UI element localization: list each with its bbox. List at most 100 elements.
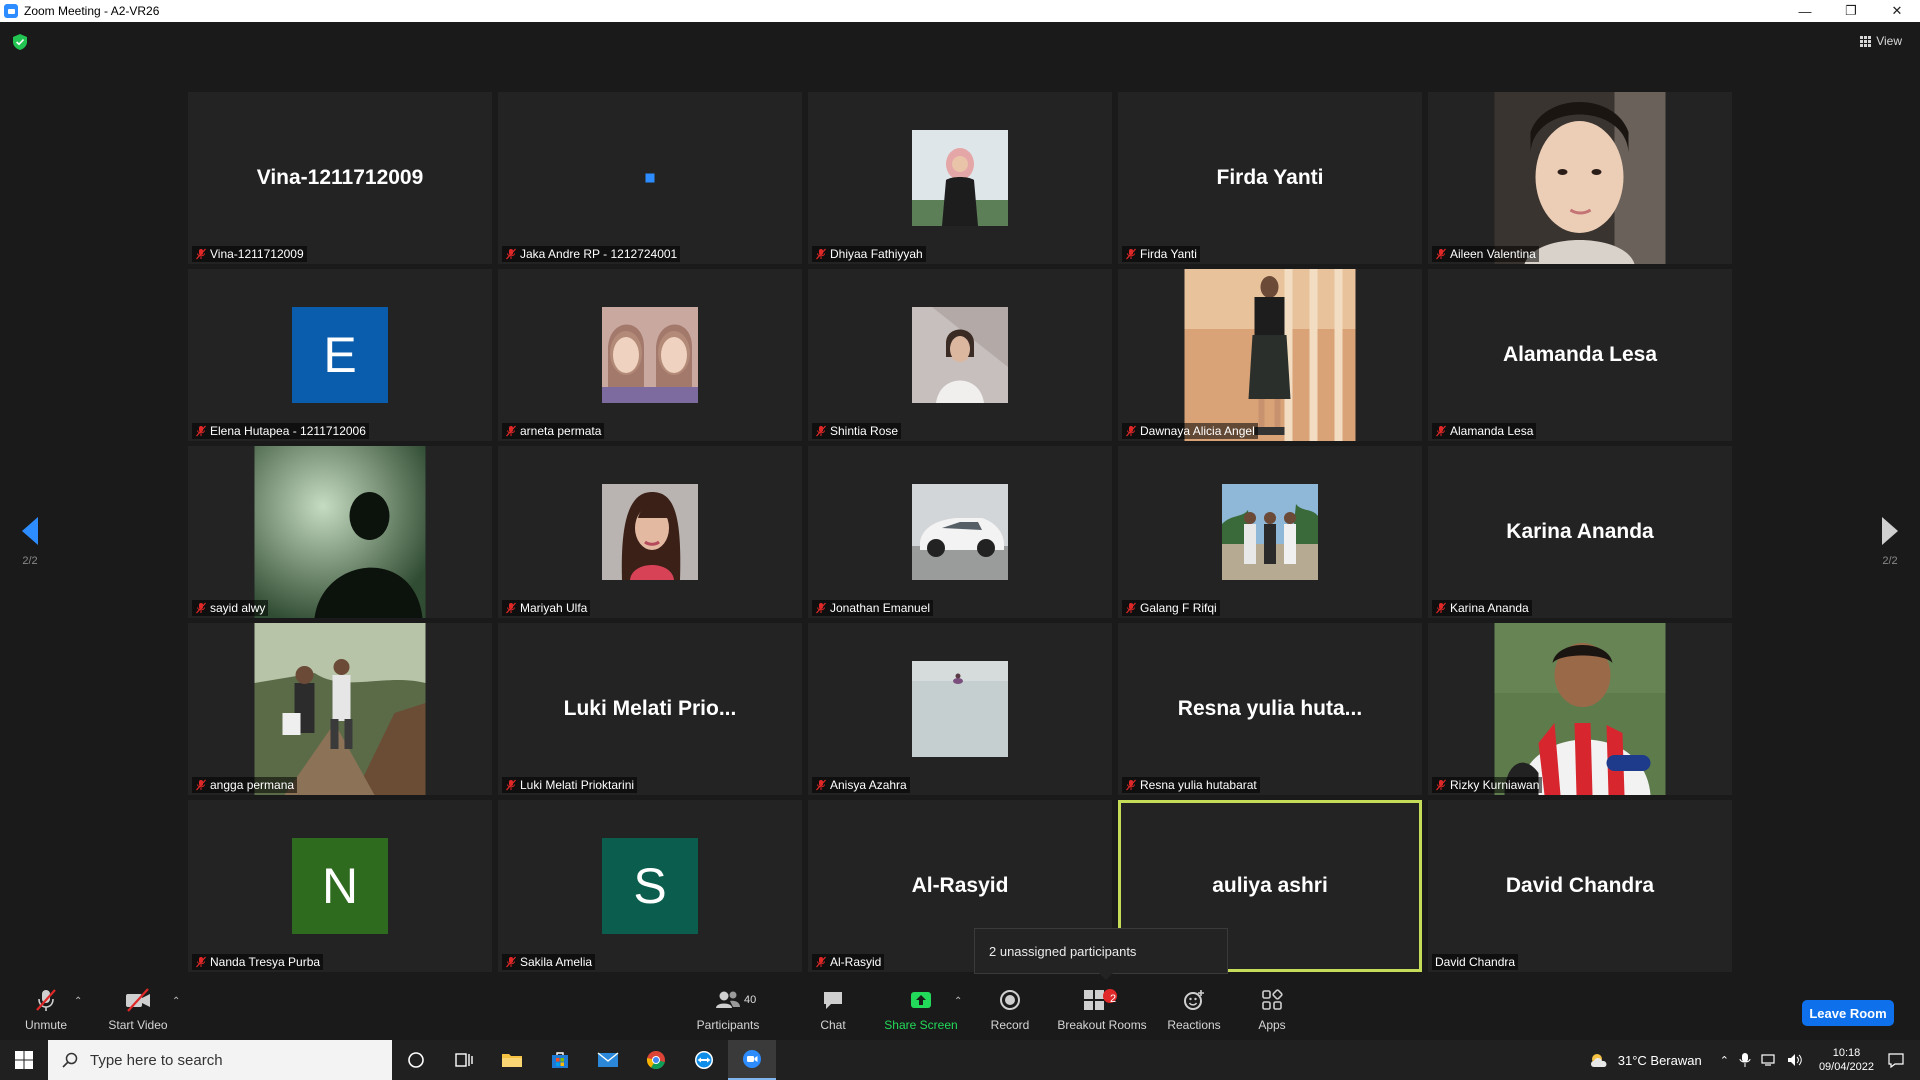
participant-name-label: Elena Hutapea - 1211712006 (192, 423, 369, 439)
participant-tile[interactable]: Alamanda Lesa Alamanda Lesa (1428, 269, 1732, 441)
participant-tile[interactable]: sayid alwy (188, 446, 492, 618)
muted-microphone-icon (1436, 602, 1446, 614)
participant-tile[interactable]: angga permana (188, 623, 492, 795)
network-icon[interactable] (1761, 1053, 1777, 1067)
participant-name-label: Anisya Azahra (812, 777, 910, 793)
participant-tile[interactable]: Anisya Azahra (808, 623, 1112, 795)
cortana-circle-icon (408, 1052, 424, 1068)
participant-tile[interactable]: Jonathan Emanuel (808, 446, 1112, 618)
folder-icon (502, 1054, 522, 1067)
microsoft-store-button[interactable] (536, 1040, 584, 1080)
muted-microphone-icon (506, 248, 516, 260)
prev-page-button[interactable]: 2/2 (10, 517, 50, 567)
participant-tile[interactable]: Mariyah Ulfa (498, 446, 802, 618)
participant-tile[interactable]: Dhiyaa Fathiyyah (808, 92, 1112, 264)
participant-name: Rizky Kurniawan (1450, 778, 1540, 792)
participant-tile[interactable]: S Sakila Amelia (498, 800, 802, 972)
participant-display-name: Karina Ananda (1506, 520, 1654, 543)
participant-tile[interactable]: Resna yulia huta... Resna yulia hutabarat (1118, 623, 1422, 795)
participant-tile[interactable]: Jaka Andre RP - 1212724001 (498, 92, 802, 264)
zoom-taskbar-button[interactable] (728, 1040, 776, 1080)
weather-cloud-icon[interactable] (1588, 1051, 1612, 1069)
participant-tile[interactable]: Aileen Valentina (1428, 92, 1732, 264)
muted-microphone-icon (196, 602, 206, 614)
participant-tile[interactable]: arneta permata (498, 269, 802, 441)
participant-avatar: E (292, 307, 388, 403)
microphone-tray-icon[interactable] (1739, 1052, 1751, 1068)
placeholder-avatar-icon (645, 173, 655, 183)
task-view-button[interactable] (440, 1040, 488, 1080)
participant-name: Luki Melati Prioktarini (520, 778, 635, 792)
muted-microphone-icon (1126, 248, 1136, 260)
participant-profile-photo (912, 661, 1008, 757)
participant-tile[interactable]: N Nanda Tresya Purba (188, 800, 492, 972)
meeting-controls-bar: Unmute ⌃ Start Video ⌃ 40 Participants C… (0, 980, 1920, 1040)
show-hidden-icons-chevron-icon[interactable]: ⌃ (1720, 1054, 1729, 1067)
participant-display-name: Luki Melati Prio... (563, 697, 737, 720)
share-options-caret-icon[interactable]: ⌃ (954, 996, 962, 1007)
participant-name-label: Galang F Rifqi (1122, 600, 1220, 616)
mail-button[interactable] (584, 1040, 632, 1080)
participant-profile-photo (602, 484, 698, 580)
reactions-button[interactable]: Reactions (1164, 980, 1224, 1040)
clock-date: 09/04/2022 (1818, 1061, 1874, 1073)
leave-room-button[interactable]: Leave Room (1802, 1000, 1894, 1026)
participant-tile[interactable]: Galang F Rifqi (1118, 446, 1422, 618)
participant-profile-photo (1494, 623, 1666, 795)
participant-tile[interactable]: Karina Ananda Karina Ananda (1428, 446, 1732, 618)
taskbar-clock[interactable]: 10:18 09/04/2022 (1819, 1046, 1874, 1074)
volume-icon[interactable] (1787, 1053, 1803, 1067)
participant-display-name: Firda Yanti (1216, 166, 1324, 189)
muted-microphone-icon (816, 248, 826, 260)
minimize-button[interactable]: — (1782, 0, 1828, 22)
reactions-label: Reactions (1167, 1018, 1221, 1032)
participant-name-label: Jonathan Emanuel (812, 600, 934, 616)
participant-tile[interactable]: Dawnaya Alicia Angel (1118, 269, 1422, 441)
participant-tile[interactable]: Vina-1211712009 Vina-1211712009 (188, 92, 492, 264)
next-page-button[interactable]: 2/2 (1870, 517, 1910, 567)
participant-tile[interactable]: Firda Yanti Firda Yanti (1118, 92, 1422, 264)
participant-name: Dawnaya Alicia Angel (1140, 424, 1255, 438)
file-explorer-button[interactable] (488, 1040, 536, 1080)
weather-text[interactable]: 31°C Berawan (1618, 1053, 1702, 1068)
window-controls: — ❐ ✕ (1782, 0, 1920, 22)
muted-microphone-icon (1126, 425, 1136, 437)
participant-profile-photo (1184, 269, 1356, 441)
audio-options-caret-icon[interactable]: ⌃ (74, 996, 82, 1007)
encryption-shield-icon[interactable] (13, 34, 27, 50)
participant-tile[interactable]: E Elena Hutapea - 1211712006 (188, 269, 492, 441)
muted-microphone-icon (506, 602, 516, 614)
share-screen-button[interactable]: Share Screen (884, 980, 958, 1040)
start-video-button[interactable]: Start Video (106, 980, 170, 1040)
taskbar-search-box[interactable]: Type here to search (48, 1040, 392, 1080)
video-options-caret-icon[interactable]: ⌃ (172, 996, 180, 1007)
participant-name-label: sayid alwy (192, 600, 269, 616)
unmute-button[interactable]: Unmute (22, 980, 70, 1040)
view-button[interactable]: View (1860, 34, 1902, 48)
chrome-button[interactable] (632, 1040, 680, 1080)
participant-tile[interactable]: David Chandra David Chandra (1428, 800, 1732, 972)
restore-button[interactable]: ❐ (1828, 0, 1874, 22)
participant-tile[interactable]: Shintia Rose (808, 269, 1112, 441)
notifications-icon[interactable] (1888, 1052, 1904, 1068)
close-button[interactable]: ✕ (1874, 0, 1920, 22)
muted-microphone-icon (816, 425, 826, 437)
participant-name-label: Nanda Tresya Purba (192, 954, 324, 970)
participants-button[interactable]: 40 Participants (690, 980, 766, 1040)
participant-tile[interactable]: Luki Melati Prio... Luki Melati Prioktari… (498, 623, 802, 795)
apps-button[interactable]: Apps (1250, 980, 1294, 1040)
teamviewer-button[interactable] (680, 1040, 728, 1080)
record-button[interactable]: Record (984, 980, 1036, 1040)
participant-tile[interactable]: Rizky Kurniawan (1428, 623, 1732, 795)
participant-name: David Chandra (1435, 955, 1516, 969)
participant-name-label: Firda Yanti (1122, 246, 1200, 262)
unassigned-participants-tooltip: 2 unassigned participants (974, 928, 1228, 980)
breakout-rooms-button[interactable]: 2 Breakout Rooms (1056, 980, 1148, 1040)
participant-name: Firda Yanti (1140, 247, 1197, 261)
chat-button[interactable]: Chat (808, 980, 858, 1040)
windows-taskbar: Type here to search 31°C Berawan ⌃ 10:18… (0, 1040, 1920, 1080)
muted-microphone-icon (196, 425, 206, 437)
cortana-button[interactable] (392, 1040, 440, 1080)
participant-name: Jaka Andre RP - 1212724001 (520, 247, 678, 261)
start-button[interactable] (0, 1040, 48, 1080)
